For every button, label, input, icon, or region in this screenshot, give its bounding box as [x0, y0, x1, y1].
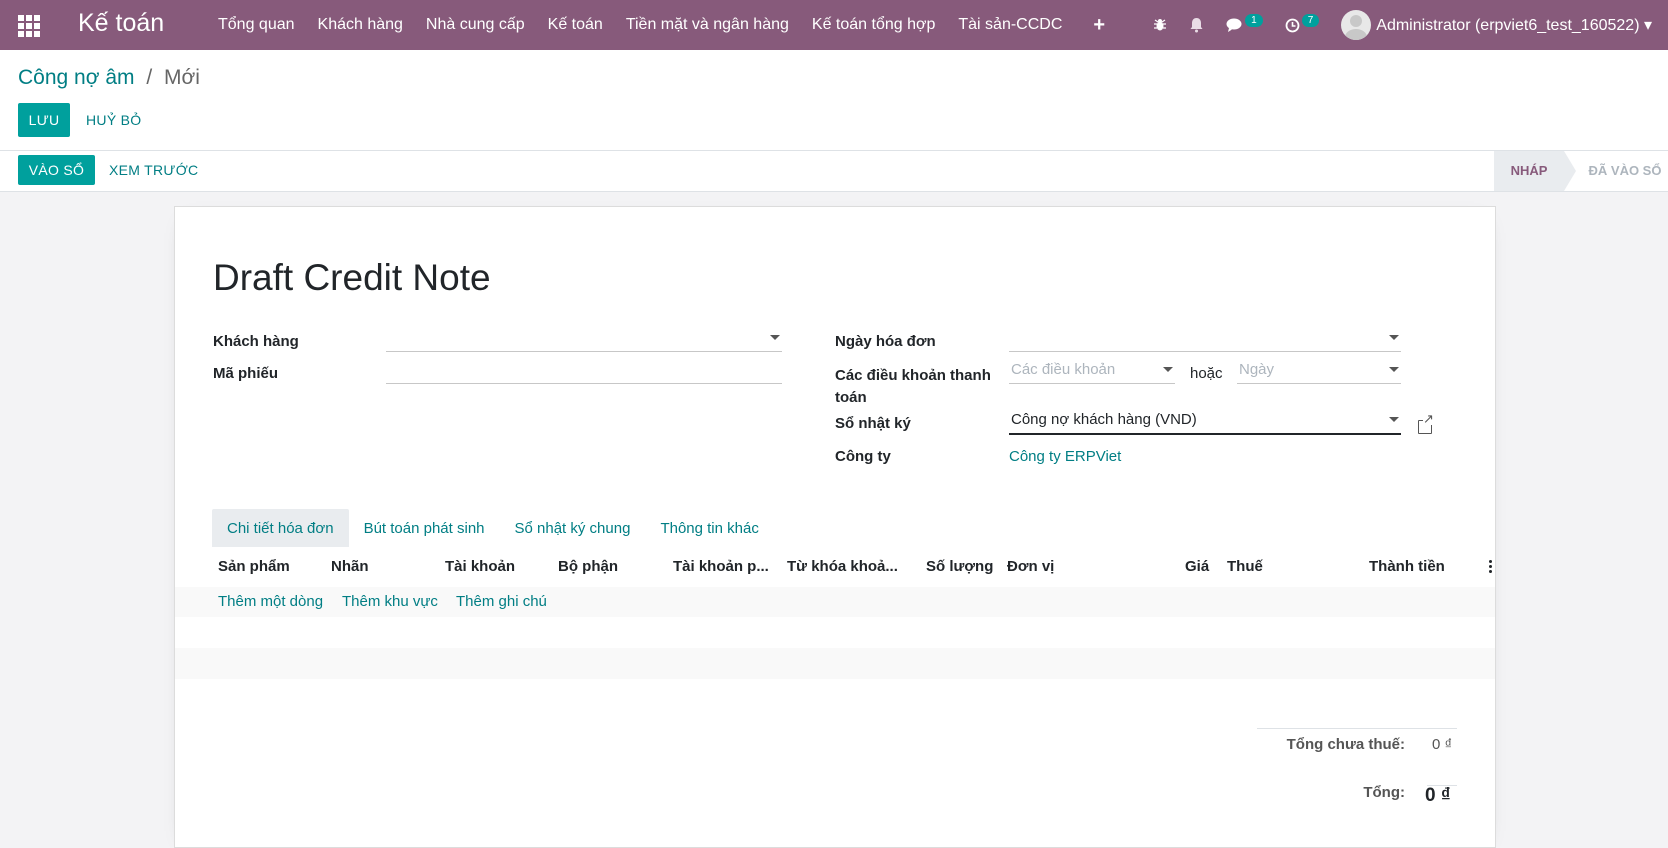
status-bar: VÀO SỔ XEM TRƯỚC NHÁP ĐÃ VÀO SỔ	[0, 151, 1668, 192]
customer-label: Khách hàng	[213, 333, 299, 350]
due-date-placeholder: Ngày	[1239, 361, 1275, 378]
customer-field[interactable]	[386, 325, 782, 352]
col-account[interactable]: Tài khoản	[445, 547, 515, 587]
activities-clock-icon[interactable]: 7	[1285, 13, 1320, 33]
app-brand[interactable]: Kế toán	[78, 9, 164, 38]
notification-bell-icon[interactable]	[1189, 17, 1204, 33]
systray: 1 7 Administrator (erpviet6_test_160522)…	[1153, 0, 1668, 50]
due-date-caret-icon[interactable]	[1389, 367, 1399, 372]
optional-columns-icon[interactable]	[1489, 560, 1493, 575]
reference-label: Mã phiếu	[213, 365, 279, 382]
menu-item-general-ledger[interactable]: Kế toán tổng hợp	[812, 16, 935, 34]
preview-button[interactable]: XEM TRƯỚC	[109, 155, 198, 185]
tab-other-info[interactable]: Thông tin khác	[645, 509, 773, 548]
col-label[interactable]: Nhãn	[331, 547, 369, 587]
user-avatar[interactable]	[1341, 10, 1372, 40]
journal-field[interactable]: Công nợ khách hàng (VND)	[1009, 407, 1401, 435]
add-line-link[interactable]: Thêm một dòng	[218, 587, 323, 617]
breadcrumb-parent-link[interactable]: Công nợ âm	[18, 66, 135, 89]
breadcrumb-current: Mới	[164, 66, 200, 89]
invoice-date-caret-icon[interactable]	[1389, 335, 1399, 340]
menu-item-overview[interactable]: Tổng quan	[218, 16, 295, 34]
breadcrumb-separator: /	[146, 66, 153, 89]
col-product[interactable]: Sản phẩm	[218, 547, 290, 587]
total-label: Tổng:	[1363, 784, 1405, 801]
payment-terms-caret-icon[interactable]	[1163, 367, 1173, 372]
notebook-tabs: Chi tiết hóa đơn Bút toán phát sinh Sổ n…	[212, 509, 774, 548]
messages-badge: 1	[1245, 13, 1263, 27]
menu-item-accounting[interactable]: Kế toán	[548, 16, 603, 34]
add-row: Thêm một dòng Thêm khu vực Thêm ghi chú	[175, 587, 1495, 617]
top-navbar: Kế toán Tổng quan Khách hàng Nhà cung cấ…	[0, 0, 1668, 50]
add-section-link[interactable]: Thêm khu vực	[342, 587, 438, 617]
apps-menu-icon[interactable]	[18, 15, 40, 37]
col-subtotal[interactable]: Thành tiền	[1369, 547, 1445, 587]
menu-item-customers[interactable]: Khách hàng	[318, 16, 403, 34]
journal-caret-icon[interactable]	[1389, 417, 1399, 422]
col-uom[interactable]: Đơn vị	[1007, 547, 1054, 587]
col-analytic-account[interactable]: Tài khoản p...	[673, 547, 769, 587]
untaxed-amount-label: Tổng chưa thuế:	[1286, 736, 1405, 753]
journal-value: Công nợ khách hàng (VND)	[1011, 411, 1197, 428]
add-note-link[interactable]: Thêm ghi chú	[456, 587, 547, 617]
reference-field[interactable]	[386, 357, 782, 384]
tab-invoice-lines[interactable]: Chi tiết hóa đơn	[212, 509, 349, 548]
user-menu[interactable]: Administrator (erpviet6_test_160522) ▾	[1376, 15, 1652, 35]
invoice-date-label: Ngày hóa đơn	[835, 333, 936, 350]
company-link[interactable]: Công ty ERPViet	[1009, 448, 1121, 465]
due-date-field[interactable]: Ngày	[1237, 357, 1401, 384]
control-panel: Công nợ âm / Mới LƯU HUỶ BỎ	[0, 50, 1668, 151]
col-taxes[interactable]: Thuế	[1227, 547, 1263, 587]
tab-general-journal[interactable]: Sổ nhật ký chung	[500, 509, 646, 548]
journal-label: Sổ nhật ký	[835, 415, 911, 432]
debug-bug-icon[interactable]	[1153, 18, 1167, 32]
external-link-icon[interactable]	[1418, 412, 1434, 434]
company-label: Công ty	[835, 448, 891, 465]
form-sheet: Draft Credit Note Khách hàng Mã phiếu Ng…	[174, 206, 1496, 848]
untaxed-amount-value: 0 ₫	[1432, 736, 1453, 753]
status-stage-posted[interactable]: ĐÃ VÀO SỔ	[1585, 151, 1665, 191]
total-value: 0 ₫	[1425, 785, 1451, 806]
customer-dropdown-caret-icon[interactable]	[770, 335, 780, 340]
invoice-lines-header: Sản phẩm Nhãn Tài khoản Bộ phận Tài khoả…	[175, 547, 1495, 588]
document-title: Draft Credit Note	[213, 257, 491, 298]
menu-item-vendors[interactable]: Nhà cung cấp	[426, 16, 525, 34]
main-menu: Tổng quan Khách hàng Nhà cung cấp Kế toá…	[218, 0, 1105, 50]
payment-terms-field[interactable]: Các điều khoản	[1009, 357, 1175, 384]
tab-journal-items[interactable]: Bút toán phát sinh	[349, 509, 500, 548]
invoice-date-field[interactable]	[1009, 325, 1401, 352]
payment-terms-placeholder: Các điều khoản	[1011, 361, 1116, 378]
col-analytic-tags[interactable]: Từ khóa khoả...	[787, 547, 898, 587]
breadcrumb: Công nợ âm / Mới	[18, 66, 200, 90]
post-button[interactable]: VÀO SỔ	[18, 155, 95, 185]
activities-badge: 7	[1301, 13, 1320, 27]
empty-row	[175, 648, 1495, 679]
save-button[interactable]: LƯU	[18, 103, 70, 137]
more-menu-plus-icon[interactable]: +	[1093, 14, 1105, 37]
empty-row	[175, 617, 1495, 648]
payment-terms-label: Các điều khoản thanh toán	[835, 367, 991, 406]
messages-chat-icon[interactable]: 1	[1226, 13, 1263, 32]
status-stage-draft[interactable]: NHÁP	[1494, 151, 1576, 191]
discard-button[interactable]: HUỶ BỎ	[86, 103, 141, 137]
col-quantity[interactable]: Số lượng	[926, 547, 993, 587]
or-text: hoặc	[1190, 365, 1223, 382]
menu-item-cash-bank[interactable]: Tiền mặt và ngân hàng	[626, 16, 789, 34]
col-department[interactable]: Bộ phận	[558, 547, 618, 587]
menu-item-assets[interactable]: Tài sản-CCDC	[958, 16, 1062, 34]
totals-divider	[1257, 728, 1457, 729]
col-price[interactable]: Giá	[1185, 547, 1209, 587]
